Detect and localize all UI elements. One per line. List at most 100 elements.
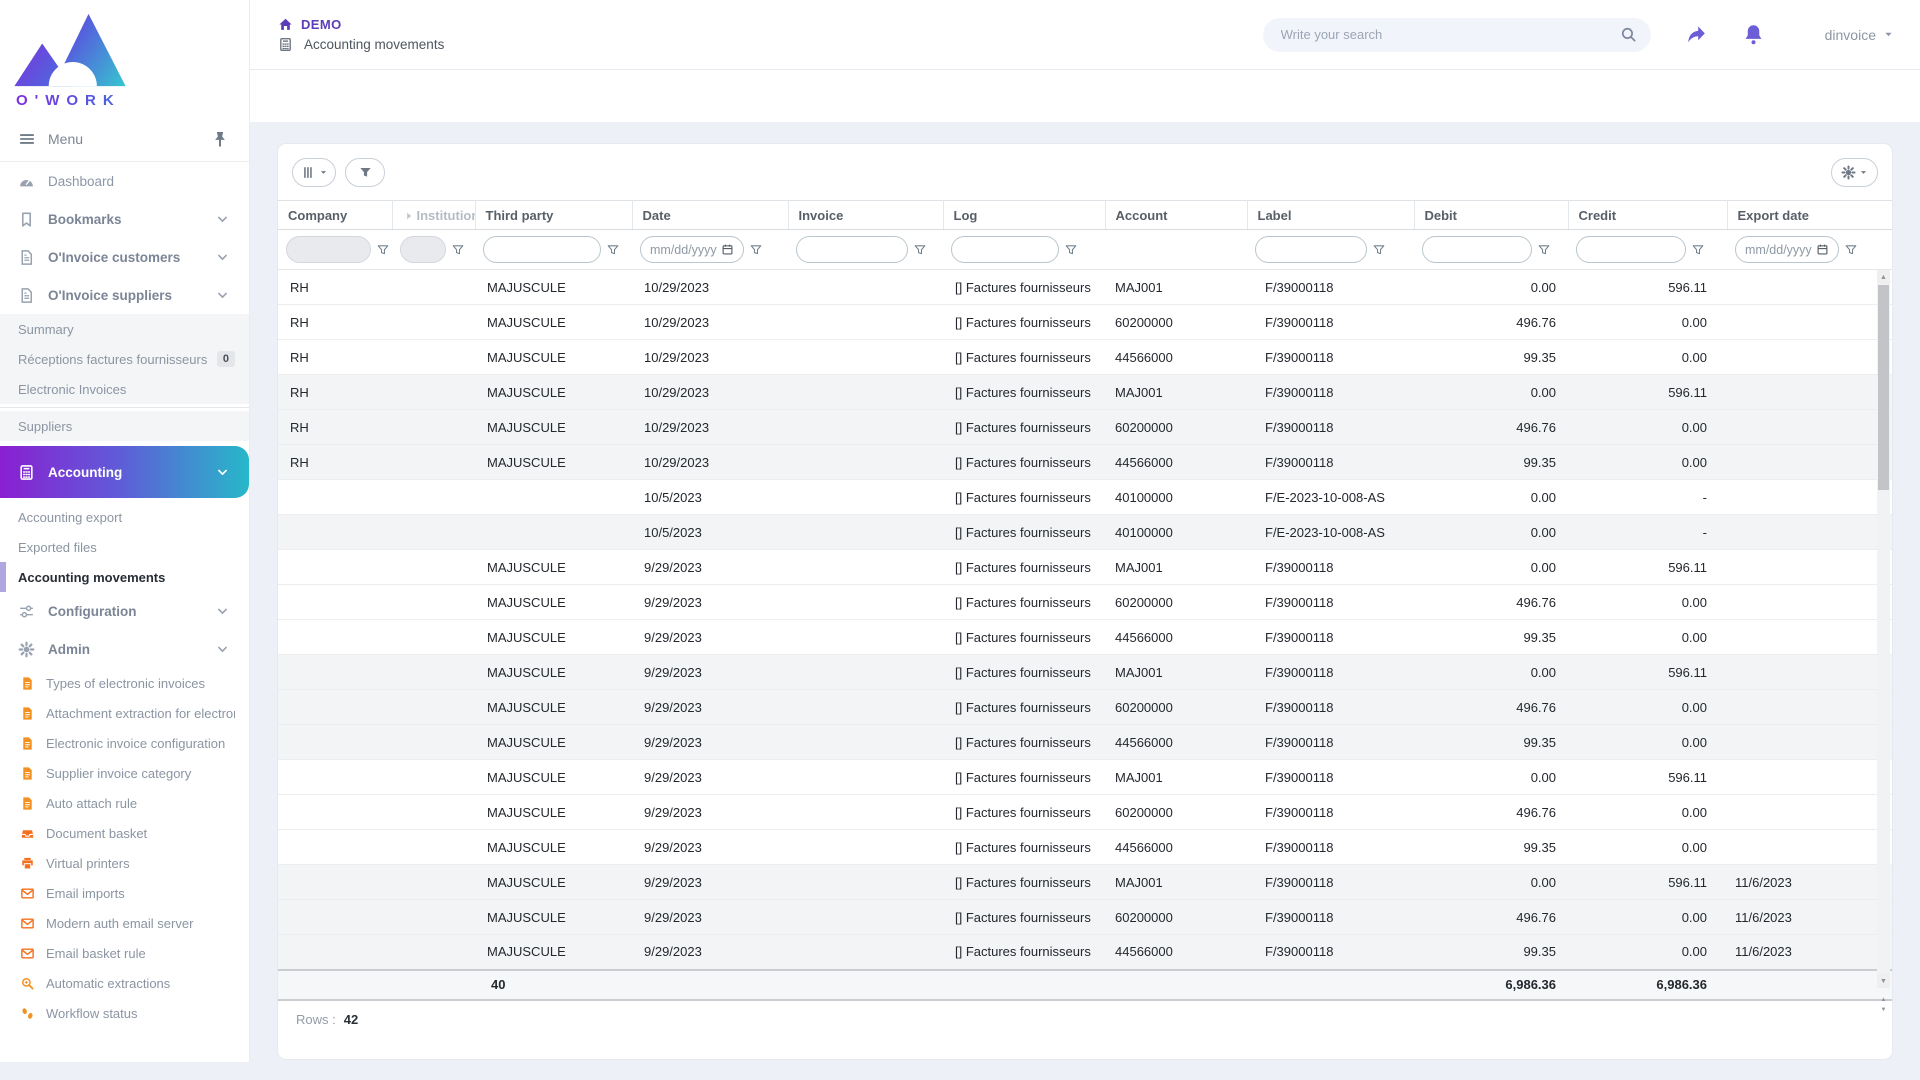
- scroll-down-icon[interactable]: ▼: [1881, 1007, 1887, 1013]
- vertical-scrollbar[interactable]: ▲ ▼: [1877, 270, 1890, 988]
- sidebar-subitem-accounting-export[interactable]: Accounting export: [0, 502, 249, 532]
- column-header-log[interactable]: Log: [943, 200, 1106, 230]
- table-row[interactable]: MAJUSCULE 9/29/2023 [] Factures fournisseu…: [278, 689, 1892, 725]
- share-icon[interactable]: [1685, 23, 1708, 46]
- column-filter-icon[interactable]: [913, 243, 927, 257]
- column-header-export-date[interactable]: Export date: [1727, 200, 1892, 230]
- cell-institution: [392, 339, 475, 375]
- column-header-debit[interactable]: Debit: [1414, 200, 1569, 230]
- sidebar-subitem-summary[interactable]: Summary: [0, 314, 249, 344]
- sidebar-subitem-modern-auth-email-server[interactable]: Modern auth email server: [0, 908, 249, 938]
- column-filter-icon[interactable]: [1691, 243, 1705, 257]
- scroll-up-icon[interactable]: ▲: [1881, 997, 1887, 1003]
- column-header-invoice[interactable]: Invoice: [788, 200, 944, 230]
- scroll-up-icon[interactable]: ▲: [1877, 270, 1890, 284]
- label-filter-input[interactable]: [1265, 242, 1357, 257]
- sidebar-subitem-exported-files[interactable]: Exported files: [0, 532, 249, 562]
- filter-button[interactable]: [345, 157, 385, 187]
- user-menu[interactable]: dinvoice: [1825, 27, 1894, 43]
- sidebar-item-o-invoice-customers[interactable]: O'Invoice customers: [0, 238, 249, 276]
- sidebar-subitem-electronic-invoice-configuration[interactable]: Electronic invoice configuration: [0, 728, 249, 758]
- table-row[interactable]: RH MAJUSCULE 10/29/2023 [] Factures fournis…: [278, 374, 1892, 410]
- table-row[interactable]: 10/5/2023 [] Factures fournisseurs 4010000…: [278, 514, 1892, 550]
- chevron-right-icon[interactable]: [403, 210, 415, 222]
- cell-log: [] Factures fournisseurs: [943, 654, 1105, 690]
- scrollbar-thumb[interactable]: [1878, 285, 1889, 490]
- sidebar-subitem-virtual-printers[interactable]: Virtual printers: [0, 848, 249, 878]
- table-row[interactable]: MAJUSCULE 9/29/2023 [] Factures fournisseu…: [278, 549, 1892, 585]
- table-row[interactable]: RH MAJUSCULE 10/29/2023 [] Factures fournis…: [278, 444, 1892, 480]
- column-header-company[interactable]: Company: [278, 200, 393, 230]
- debit-filter-input[interactable]: [1432, 242, 1522, 257]
- sidebar-subitem-types-of-electronic-invoices[interactable]: Types of electronic invoices: [0, 668, 249, 698]
- date-filter-input[interactable]: mm/dd/yyyy: [640, 236, 744, 263]
- column-header-label[interactable]: Label: [1247, 200, 1415, 230]
- sidebar-subitem-email-basket-rule[interactable]: Email basket rule: [0, 938, 249, 968]
- sidebar-item-bookmarks[interactable]: Bookmarks: [0, 200, 249, 238]
- table-row[interactable]: RH MAJUSCULE 10/29/2023 [] Factures fournis…: [278, 304, 1892, 340]
- sidebar-subitem-document-basket[interactable]: Document basket: [0, 818, 249, 848]
- sidebar-subitem-automatic-extractions[interactable]: Automatic extractions: [0, 968, 249, 998]
- columns-button[interactable]: [292, 157, 336, 187]
- invoice-filter-input[interactable]: [806, 242, 898, 257]
- sidebar-subitem-email-imports[interactable]: Email imports: [0, 878, 249, 908]
- search-input[interactable]: [1280, 27, 1620, 42]
- sidebar-subitem-suppliers[interactable]: Suppliers: [0, 411, 249, 441]
- movements-table: Company Institution Third party Date Inv…: [278, 200, 1892, 1001]
- table-row[interactable]: MAJUSCULE 9/29/2023 [] Factures fournisseu…: [278, 619, 1892, 655]
- breadcrumb-home[interactable]: DEMO: [278, 17, 444, 32]
- column-filter-icon[interactable]: [1064, 243, 1078, 257]
- table-row[interactable]: MAJUSCULE 9/29/2023 [] Factures fournisseu…: [278, 829, 1892, 865]
- column-header-account[interactable]: Account: [1105, 200, 1248, 230]
- table-row[interactable]: MAJUSCULE 9/29/2023 [] Factures fournisseu…: [278, 934, 1892, 970]
- filter-cell-account: [1105, 229, 1247, 270]
- sidebar-subitem-attachment-extraction-for-electronic-inv[interactable]: Attachment extraction for electronic inv…: [0, 698, 249, 728]
- sidebar-item-dashboard[interactable]: Dashboard: [0, 162, 249, 200]
- totals-scrollbar[interactable]: ▲ ▼: [1877, 990, 1890, 1020]
- column-header-credit[interactable]: Credit: [1568, 200, 1728, 230]
- column-header-date[interactable]: Date: [632, 200, 789, 230]
- pin-icon[interactable]: [211, 130, 229, 148]
- scroll-down-icon[interactable]: ▼: [1877, 974, 1890, 988]
- table-row[interactable]: MAJUSCULE 9/29/2023 [] Factures fournisseu…: [278, 759, 1892, 795]
- log-filter-input[interactable]: [961, 242, 1049, 257]
- cell-date: 10/5/2023: [632, 479, 788, 515]
- export-date-filter-input[interactable]: mm/dd/yyyy: [1735, 236, 1839, 263]
- table-row[interactable]: RH MAJUSCULE 10/29/2023 [] Factures fournis…: [278, 409, 1892, 445]
- sidebar-item-configuration[interactable]: Configuration: [0, 592, 249, 630]
- sidebar-item-o-invoice-suppliers[interactable]: O'Invoice suppliers: [0, 276, 249, 314]
- sidebar-item-accounting[interactable]: Accounting: [0, 446, 249, 498]
- sidebar-subitem-r-ceptions-factures-fournisseurs[interactable]: Réceptions factures fournisseurs 0: [0, 344, 249, 374]
- cell-date: 9/29/2023: [632, 934, 788, 970]
- table-row[interactable]: RH MAJUSCULE 10/29/2023 [] Factures fournis…: [278, 339, 1892, 375]
- table-row[interactable]: MAJUSCULE 9/29/2023 [] Factures fournisseu…: [278, 724, 1892, 760]
- table-row[interactable]: MAJUSCULE 9/29/2023 [] Factures fournisseu…: [278, 899, 1892, 935]
- column-filter-icon[interactable]: [376, 243, 390, 257]
- third-party-filter-input[interactable]: [493, 242, 591, 257]
- column-header-institution[interactable]: Institution: [392, 200, 476, 230]
- column-header-third-party[interactable]: Third party: [475, 200, 633, 230]
- credit-filter-input[interactable]: [1586, 242, 1676, 257]
- column-filter-icon[interactable]: [1372, 243, 1386, 257]
- settings-button[interactable]: [1831, 157, 1878, 187]
- sidebar-subitem-electronic-invoices[interactable]: Electronic Invoices: [0, 374, 249, 404]
- hamburger-icon[interactable]: [18, 130, 36, 148]
- column-filter-icon[interactable]: [1844, 243, 1858, 257]
- bell-icon[interactable]: [1742, 23, 1765, 46]
- table-row[interactable]: MAJUSCULE 9/29/2023 [] Factures fournisseu…: [278, 654, 1892, 690]
- table-row[interactable]: MAJUSCULE 9/29/2023 [] Factures fournisseu…: [278, 794, 1892, 830]
- sidebar-subitem-auto-attach-rule[interactable]: Auto attach rule: [0, 788, 249, 818]
- sidebar-subitem-supplier-invoice-category[interactable]: Supplier invoice category: [0, 758, 249, 788]
- column-filter-icon[interactable]: [1537, 243, 1551, 257]
- column-filter-icon[interactable]: [451, 243, 465, 257]
- column-filter-icon[interactable]: [749, 243, 763, 257]
- sidebar-subitem-accounting-movements[interactable]: Accounting movements: [0, 562, 249, 592]
- table-row[interactable]: 10/5/2023 [] Factures fournisseurs 4010000…: [278, 479, 1892, 515]
- table-row[interactable]: RH MAJUSCULE 10/29/2023 [] Factures fournis…: [278, 269, 1892, 305]
- table-row[interactable]: MAJUSCULE 9/29/2023 [] Factures fournisseu…: [278, 584, 1892, 620]
- sidebar-subitem-workflow-status[interactable]: Workflow status: [0, 998, 249, 1028]
- search-icon[interactable]: [1620, 26, 1637, 43]
- sidebar-item-admin[interactable]: Admin: [0, 630, 249, 668]
- table-row[interactable]: MAJUSCULE 9/29/2023 [] Factures fournisseu…: [278, 864, 1892, 900]
- column-filter-icon[interactable]: [606, 243, 620, 257]
